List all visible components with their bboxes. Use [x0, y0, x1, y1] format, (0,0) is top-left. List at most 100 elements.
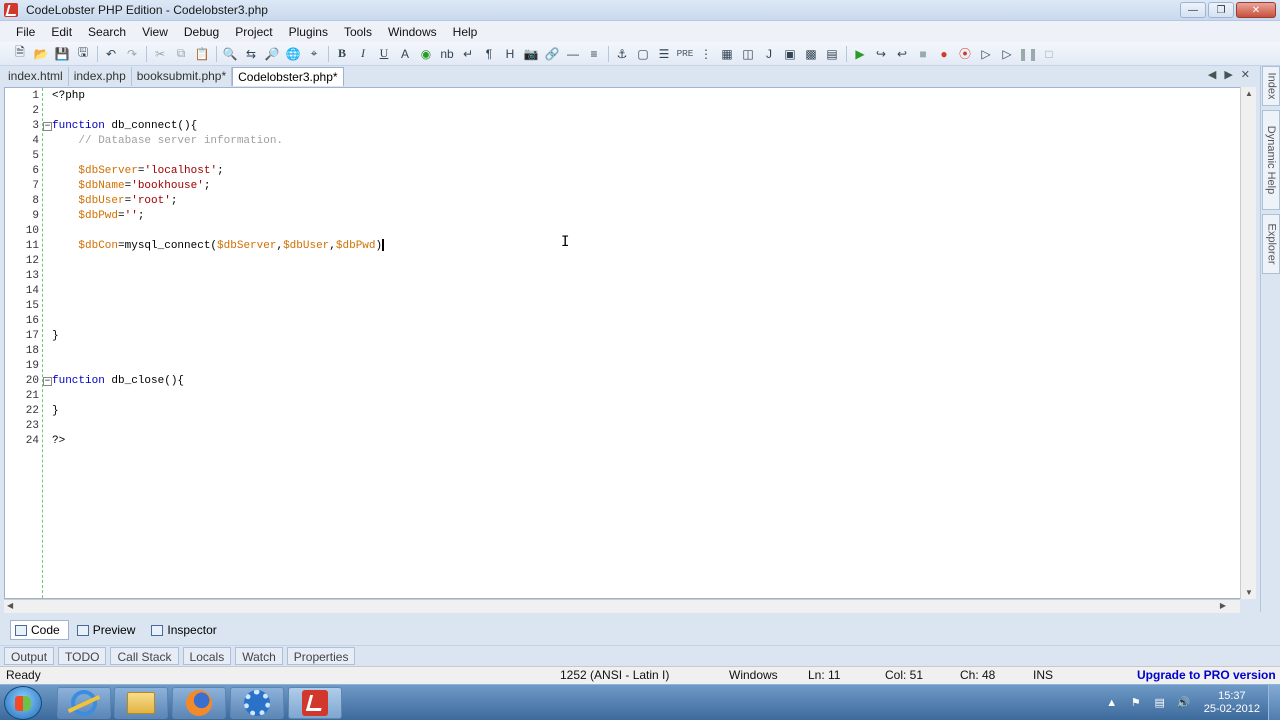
tab-call-stack[interactable]: Call Stack [110, 646, 179, 665]
menu-view[interactable]: View [134, 25, 176, 39]
menu-windows[interactable]: Windows [380, 25, 445, 39]
horizontal-scrollbar[interactable]: ◀ ▶ [4, 599, 1240, 613]
link-icon[interactable]: 🔗 [542, 45, 562, 63]
cut-icon[interactable]: ✂ [150, 45, 170, 63]
center-icon[interactable]: ☰ [654, 45, 674, 63]
scroll-down-icon[interactable]: ▼ [1245, 588, 1253, 597]
next-icon[interactable]: ▷ [997, 45, 1017, 63]
fold-toggle-icon[interactable]: − [43, 122, 52, 131]
div-icon[interactable]: ▢ [633, 45, 653, 63]
close-button[interactable]: ✕ [1236, 2, 1276, 18]
find-in-files-icon[interactable]: 🔎 [262, 45, 282, 63]
tab-output[interactable]: Output [4, 646, 55, 665]
action-center-icon[interactable]: ⚑ [1129, 696, 1143, 710]
tab-inspector[interactable]: Inspector [147, 620, 224, 640]
clear-breakpoints-icon[interactable]: ⦿ [955, 45, 975, 63]
side-tab-index[interactable]: Index [1262, 66, 1280, 106]
step-into-icon[interactable]: ↩ [892, 45, 912, 63]
side-tab-explorer[interactable]: Explorer [1262, 214, 1280, 274]
tab-watch[interactable]: Watch [235, 646, 283, 665]
tab-locals[interactable]: Locals [182, 646, 232, 665]
save-all-icon[interactable]: 🖫 [73, 45, 93, 63]
font-button[interactable]: A [395, 45, 415, 63]
paste-icon[interactable]: 📋 [192, 45, 212, 63]
tab-scroll-left-icon[interactable]: ◀ [1208, 68, 1216, 81]
line-break-icon[interactable]: ↵ [458, 45, 478, 63]
menu-help[interactable]: Help [445, 25, 486, 39]
taskbar-internet-explorer[interactable] [57, 687, 111, 719]
taskbar-windows-explorer[interactable] [114, 687, 168, 719]
list-icon[interactable]: ⋮ [696, 45, 716, 63]
side-tab-dynamic-help[interactable]: Dynamic Help [1262, 110, 1280, 210]
italic-button[interactable]: I [353, 45, 373, 63]
restart-icon[interactable]: □ [1039, 45, 1059, 63]
bold-button[interactable]: B [332, 45, 352, 63]
pause-icon[interactable]: ❚❚ [1018, 45, 1038, 63]
code-editor[interactable]: 1 2 3 4 5 6 7 8 9 10 11 12 13 14 15 16 1… [4, 87, 1256, 599]
show-desktop-button[interactable] [1268, 685, 1280, 720]
new-file-icon[interactable]: 🗎 [10, 45, 30, 63]
copy-icon[interactable]: ⧉ [171, 45, 191, 63]
panel-icon[interactable]: ▤ [822, 45, 842, 63]
tab-codelobster3-php[interactable]: Codelobster3.php* [232, 67, 344, 86]
minimize-button[interactable]: — [1180, 2, 1206, 18]
step-over-icon[interactable]: ↪ [871, 45, 891, 63]
media-icon[interactable]: ▩ [801, 45, 821, 63]
horizontal-rule-icon[interactable]: ― [563, 45, 583, 63]
start-button[interactable] [4, 686, 42, 720]
goto-icon[interactable]: ⌖ [304, 45, 324, 63]
taskbar-firefox[interactable] [172, 687, 226, 719]
menu-edit[interactable]: Edit [43, 25, 80, 39]
taskbar-codelobster[interactable] [288, 687, 342, 719]
pre-button[interactable]: PRE [675, 45, 695, 63]
tab-index-php[interactable]: index.php [69, 67, 132, 86]
menu-tools[interactable]: Tools [336, 25, 380, 39]
table-icon[interactable]: ▦ [717, 45, 737, 63]
color-icon[interactable]: ◉ [416, 45, 436, 63]
menu-project[interactable]: Project [227, 25, 280, 39]
nbsp-button[interactable]: nb [437, 45, 457, 63]
script-button[interactable]: J [759, 45, 779, 63]
continue-icon[interactable]: ▷ [976, 45, 996, 63]
tab-booksubmit-php[interactable]: booksubmit.php* [132, 67, 233, 86]
tab-properties[interactable]: Properties [286, 646, 356, 665]
maximize-button[interactable]: ❐ [1208, 2, 1234, 18]
menu-plugins[interactable]: Plugins [281, 25, 336, 39]
replace-icon[interactable]: ⇆ [241, 45, 261, 63]
breakpoint-icon[interactable]: ● [934, 45, 954, 63]
menu-debug[interactable]: Debug [176, 25, 227, 39]
show-hidden-icons-icon[interactable]: ▲ [1105, 696, 1119, 710]
browser-icon[interactable]: 🌐 [283, 45, 303, 63]
redo-icon[interactable]: ↷ [122, 45, 142, 63]
scroll-right-icon[interactable]: ▶ [1220, 601, 1226, 610]
scroll-up-icon[interactable]: ▲ [1245, 89, 1253, 98]
form-icon[interactable]: ◫ [738, 45, 758, 63]
menu-search[interactable]: Search [80, 25, 134, 39]
fold-toggle-icon[interactable]: − [43, 377, 52, 386]
volume-icon[interactable]: 🔊 [1177, 696, 1191, 710]
tab-index-html[interactable]: index.html [3, 67, 69, 86]
scroll-left-icon[interactable]: ◀ [7, 601, 13, 610]
underline-button[interactable]: U [374, 45, 394, 63]
run-icon[interactable]: ▶ [850, 45, 870, 63]
find-icon[interactable]: 🔍 [220, 45, 240, 63]
tab-code[interactable]: Code [10, 620, 69, 640]
stop-icon[interactable]: ■ [913, 45, 933, 63]
tab-todo[interactable]: TODO [58, 646, 107, 665]
frame-icon[interactable]: ▣ [780, 45, 800, 63]
menu-file[interactable]: File [8, 25, 43, 39]
tab-close-icon[interactable]: ✕ [1241, 68, 1250, 81]
open-folder-icon[interactable]: 📂 [31, 45, 51, 63]
save-icon[interactable]: 💾 [52, 45, 72, 63]
tab-scroll-right-icon[interactable]: ▶ [1224, 68, 1232, 81]
network-icon[interactable]: ▤ [1153, 696, 1167, 710]
heading-button[interactable]: H [500, 45, 520, 63]
undo-icon[interactable]: ↶ [101, 45, 121, 63]
tab-preview[interactable]: Preview [73, 620, 144, 640]
upgrade-link[interactable]: Upgrade to PRO version [1137, 668, 1276, 682]
align-icon[interactable]: ≡ [584, 45, 604, 63]
system-clock[interactable]: 15:37 25-02-2012 [1204, 690, 1260, 716]
taskbar-settings[interactable] [230, 687, 284, 719]
anchor-icon[interactable]: ⚓ [612, 45, 632, 63]
vertical-scrollbar[interactable]: ▲ ▼ [1240, 87, 1256, 599]
